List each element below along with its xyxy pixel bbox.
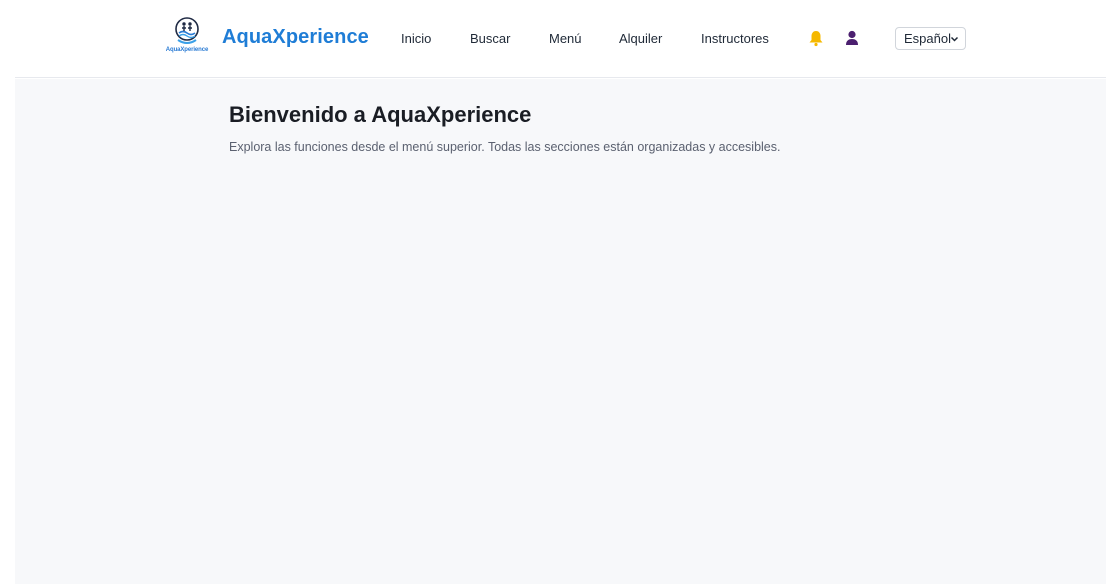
language-selected-value: Español	[904, 31, 951, 46]
main-content: Bienvenido a AquaXperience Explora las f…	[15, 79, 1106, 584]
left-margin-strip	[0, 0, 15, 584]
page-title: Bienvenido a AquaXperience	[229, 102, 532, 127]
nav-item-alquiler[interactable]: Alquiler	[619, 31, 662, 46]
brand-name[interactable]: AquaXperience	[222, 26, 369, 49]
bell-icon	[809, 31, 823, 47]
chevron-down-icon	[950, 36, 959, 42]
nav-item-buscar[interactable]: Buscar	[470, 31, 510, 46]
logo-caption: AquaXperience	[165, 47, 209, 53]
language-select[interactable]: Español	[895, 27, 966, 50]
top-navbar: AquaXperience AquaXperience Inicio Busca…	[15, 0, 1106, 78]
nav-item-inicio[interactable]: Inicio	[401, 31, 431, 46]
swimmer-logo-icon	[175, 17, 199, 44]
user-icon	[846, 30, 858, 45]
notifications-button[interactable]	[807, 29, 825, 47]
nav-item-menu[interactable]: Menú	[549, 31, 582, 46]
brand-logo[interactable]: AquaXperience	[161, 16, 213, 60]
profile-button[interactable]	[843, 29, 861, 47]
nav-item-instructores[interactable]: Instructores	[701, 31, 769, 46]
page-description: Explora las funciones desde el menú supe…	[229, 140, 781, 154]
